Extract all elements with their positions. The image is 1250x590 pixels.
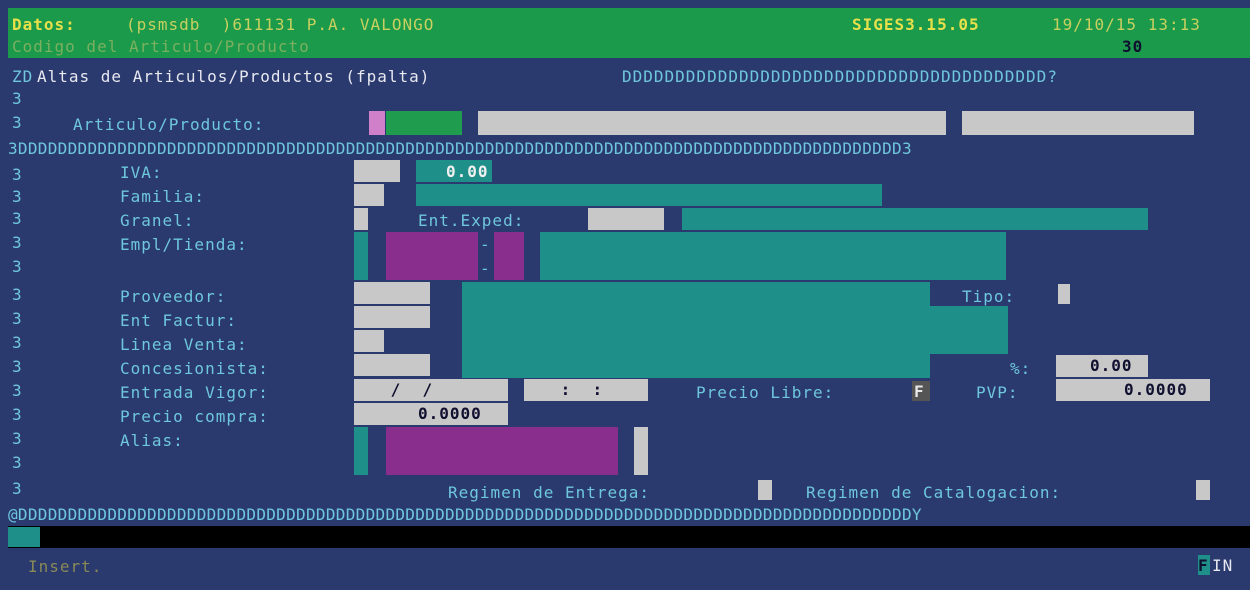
record-count: 30 (1122, 37, 1144, 56)
ent-exped-label: Ent.Exped: (418, 211, 525, 230)
fin-key-f[interactable]: F (1198, 555, 1209, 576)
fin-key-label[interactable]: IN (1212, 555, 1233, 576)
version-label: SIGES3.15.05 (852, 15, 980, 34)
side-border: 3 (12, 113, 23, 132)
precio-libre-value: F (914, 382, 925, 401)
tienda-field[interactable] (494, 232, 524, 280)
side-border: 3 (12, 309, 23, 328)
concesionista-label: Concesionista: (120, 359, 269, 378)
window-title: Altas de Articulos/Productos (fpalta) (37, 67, 431, 86)
side-border: 3 (12, 165, 23, 184)
ent-factur-label: Ent Factur: (120, 311, 237, 330)
entrada-vigor-label: Entrada Vigor: (120, 383, 269, 402)
linea-venta-field[interactable] (354, 330, 384, 352)
precio-compra-label: Precio compra: (120, 407, 269, 426)
precio-compra-value: 0.0000 (418, 404, 482, 423)
alias-extra-field[interactable] (634, 427, 648, 475)
proveedor-label: Proveedor: (120, 287, 227, 306)
pvp-label: PVP: (976, 383, 1019, 402)
side-border: 3 (12, 285, 23, 304)
pvp-value: 0.0000 (1124, 380, 1188, 399)
empl-dash: - (480, 235, 491, 254)
side-border: 3 (12, 333, 23, 352)
tienda-dash: - (480, 259, 491, 278)
frame-bottom: @DDDDDDDDDDDDDDDDDDDDDDDDDDDDDDDDDDDDDDD… (8, 505, 922, 524)
command-line[interactable] (8, 526, 1250, 548)
articulo-short-field[interactable] (962, 111, 1194, 135)
side-border: 3 (12, 209, 23, 228)
percent-value: 0.00 (1090, 356, 1133, 375)
familia-code-field[interactable] (354, 184, 384, 206)
familia-description-field (416, 184, 882, 206)
datos-label: Datos: (12, 15, 76, 34)
concesionista-field[interactable] (354, 354, 430, 376)
proveedor-field[interactable] (354, 282, 430, 304)
percent-label: %: (1010, 359, 1032, 378)
header-subtitle: Codigo del Articulo/Producto (12, 37, 310, 56)
regimen-entrega-label: Regimen de Entrega: (448, 483, 651, 502)
regimen-entrega-field[interactable] (758, 480, 772, 500)
frame-top-prefix: ZD (12, 67, 34, 86)
empl-tienda-label: Empl/Tienda: (120, 235, 248, 254)
side-border: 3 (12, 429, 23, 448)
articulo-description-field[interactable] (478, 111, 946, 135)
regimen-catalogacion-field[interactable] (1196, 480, 1210, 500)
command-cursor (8, 527, 40, 547)
linea-venta-label: Linea Venta: (120, 335, 248, 354)
datetime: 19/10/15 13:13 (1052, 15, 1201, 34)
articulo-cursor[interactable] (369, 111, 385, 135)
tipo-label: Tipo: (962, 287, 1016, 306)
side-border: 3 (12, 479, 23, 498)
alias-label: Alias: (120, 431, 184, 450)
regimen-catalogacion-label: Regimen de Catalogacion: (806, 483, 1062, 502)
frame-top-fill: DDDDDDDDDDDDDDDDDDDDDDDDDDDDDDDDDDDDDDDD… (622, 67, 1058, 86)
side-border: 3 (12, 257, 23, 276)
side-border: 3 (12, 357, 23, 376)
tipo-field[interactable] (1058, 284, 1070, 304)
iva-value: 0.00 (446, 162, 489, 181)
ent-exped-description (682, 208, 1148, 230)
iva-code-field[interactable] (354, 160, 400, 182)
articulo-label: Articulo/Producto: (73, 115, 265, 134)
empl-field[interactable] (386, 232, 478, 280)
ent-exped-field[interactable] (588, 208, 664, 230)
entrada-date-value: / / (380, 380, 434, 399)
side-border: 3 (12, 453, 23, 472)
frame-divider: 3DDDDDDDDDDDDDDDDDDDDDDDDDDDDDDDDDDDDDDD… (8, 139, 912, 158)
ent-factur-field[interactable] (354, 306, 430, 328)
empl-description (540, 232, 1006, 280)
iva-label: IVA: (120, 163, 163, 182)
granel-field[interactable] (354, 208, 368, 230)
entrada-time-value: : : (550, 380, 604, 399)
side-border: 3 (12, 233, 23, 252)
db-info: (psmsdb )611131 P.A. VALONGO (126, 15, 435, 34)
side-border: 3 (12, 187, 23, 206)
mode-indicator: Insert. (28, 557, 103, 576)
empl-marker (354, 232, 368, 280)
alias-field[interactable] (386, 427, 618, 475)
linea-venta-description-ext (930, 306, 1008, 354)
side-border: 3 (12, 381, 23, 400)
side-border: 3 (12, 405, 23, 424)
proveedor-description (462, 282, 930, 378)
articulo-code-field[interactable] (386, 111, 462, 135)
precio-libre-label: Precio Libre: (696, 383, 835, 402)
familia-label: Familia: (120, 187, 206, 206)
alias-marker (354, 427, 368, 475)
granel-label: Granel: (120, 211, 195, 230)
side-border: 3 (12, 89, 23, 108)
